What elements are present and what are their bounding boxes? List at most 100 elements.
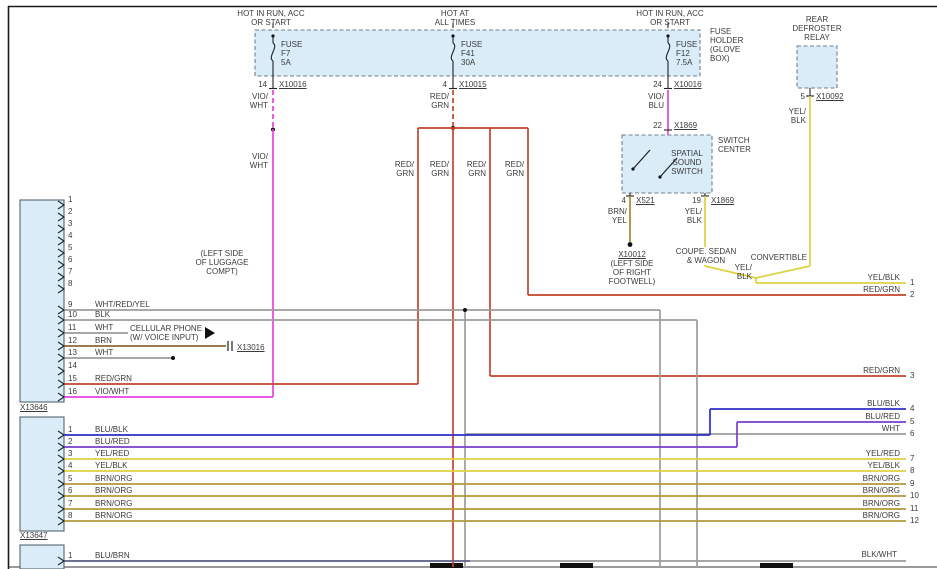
wire-color-label: RED/GRN	[863, 366, 900, 375]
switch-center-label: SWITCH CENTER	[718, 136, 751, 154]
blue-purple-wires	[64, 409, 906, 447]
wire-color-label: RED/ GRN	[430, 160, 449, 178]
pin-number: 7	[68, 499, 72, 508]
wire-color-label: BRN/ORG	[863, 486, 900, 495]
pin-number: 4	[910, 404, 914, 413]
wire-color-label: BLK/WHT	[861, 550, 897, 559]
pin-number: 2	[68, 437, 72, 446]
pin-number: 14	[68, 361, 77, 370]
connector-label: X10016	[279, 80, 307, 89]
relay-label: REAR DEFROSTER RELAY	[792, 15, 841, 42]
wire-color-label: RED/ GRN	[505, 160, 524, 178]
wire-color-label: BRN	[95, 336, 112, 345]
wire-color-label: YEL/RED	[866, 449, 900, 458]
pin-number: 10	[910, 491, 919, 500]
wire-color-label: YEL/ BLK	[685, 207, 702, 225]
pin-number: 9	[68, 300, 72, 309]
wire-color-label: WHT	[882, 424, 900, 433]
wire-color-label: BRN/ORG	[95, 511, 132, 520]
wire-color-label: BLU/BLK	[867, 399, 900, 408]
switch-name-label: SPATIAL SOUND SWITCH	[671, 149, 703, 176]
pin-number: 15	[68, 374, 77, 383]
pin-number: 16	[68, 387, 77, 396]
wire-color-label: VIO/ WHT	[250, 92, 268, 110]
connector-label: X13647	[20, 531, 48, 540]
variant-label-coupe: COUPE. SEDAN & WAGON	[674, 247, 738, 265]
pin-number: 24	[653, 80, 662, 89]
pin-number: 5	[68, 474, 72, 483]
left-connector-box-a	[20, 200, 64, 402]
pin-number: 4	[622, 196, 626, 205]
wire-color-label: RED/ GRN	[467, 160, 486, 178]
pin-number: 14	[258, 80, 267, 89]
wiring-diagram: HOT IN RUN, ACC OR START HOT AT ALL TIME…	[0, 0, 937, 569]
wire-color-label: BRN/ YEL	[608, 207, 627, 225]
pin-number: 8	[68, 279, 72, 288]
wire-color-label: RED/GRN	[863, 285, 900, 294]
pin-number: 5	[801, 92, 805, 101]
pin-number: 4	[68, 461, 72, 470]
splice-label: X10012	[618, 250, 646, 259]
wire-color-label: BRN/ORG	[95, 499, 132, 508]
relay-wire	[806, 88, 814, 266]
pin-number: 3	[68, 449, 72, 458]
pin-number: 4	[443, 80, 447, 89]
power-feed-label: HOT IN RUN, ACC OR START	[636, 9, 703, 27]
wire-color-label: VIO/WHT	[95, 387, 129, 396]
wire-color-label: WHT	[95, 348, 113, 357]
pin-number: 10	[68, 310, 77, 319]
pin-number: 6	[910, 429, 914, 438]
pin-number: 8	[68, 511, 72, 520]
rear-defroster-relay-box	[797, 46, 837, 88]
page-cut-mark	[560, 563, 593, 568]
wire-color-label: BLU/BRN	[95, 551, 130, 560]
wire-color-label: WHT/RED/YEL	[95, 300, 150, 309]
wire-color-label: RED/ GRN	[430, 92, 449, 110]
connector-label: X13646	[20, 403, 48, 412]
wire-color-label: YEL/BLK	[95, 461, 127, 470]
pin-number: 7	[68, 267, 72, 276]
connector-label: X10016	[674, 80, 702, 89]
page-cut-mark	[760, 563, 793, 568]
pin-number: 5	[910, 417, 914, 426]
pin-number: 11	[910, 504, 918, 513]
wire-color-label: YEL/BLK	[868, 461, 900, 470]
pin-number: 9	[910, 479, 914, 488]
cellular-location-label: (LEFT SIDE OF LUGGAGE COMPT)	[196, 249, 249, 276]
wire-color-label: YEL/RED	[95, 449, 129, 458]
wire-color-label: VIO/ WHT	[250, 152, 268, 170]
pin-number: 13	[68, 348, 77, 357]
pin-number: 3	[68, 219, 72, 228]
wire-color-label: VIO/ BLU	[648, 92, 664, 110]
wire-color-label: BRN/ORG	[863, 474, 900, 483]
pin-number: 19	[692, 196, 701, 205]
power-feed-label: HOT AT ALL TIMES	[435, 9, 475, 27]
yellow-olive-rows	[64, 459, 906, 521]
pin-number: 3	[910, 371, 914, 380]
wire-color-label: BLK	[95, 310, 110, 319]
wire-color-label: BLU/RED	[95, 437, 130, 446]
wire-color-label: BRN/ORG	[863, 499, 900, 508]
pin-number: 1	[68, 551, 72, 560]
left-connector-box-c	[20, 545, 64, 569]
wire-color-label: YEL/BLK	[868, 273, 900, 282]
pin-number: 5	[68, 243, 72, 252]
connector-label: X1869	[674, 121, 697, 130]
pin-number: 6	[68, 255, 72, 264]
pin-number: 1	[68, 195, 72, 204]
wire-color-label: RED/ GRN	[395, 160, 414, 178]
pin-number: 6	[68, 486, 72, 495]
fuse-label: FUSE F41 30A	[461, 40, 482, 67]
pin-number: 7	[910, 454, 914, 463]
pin-number: 8	[910, 466, 914, 475]
pin-number: 2	[910, 290, 914, 299]
pin-number: 2	[68, 207, 72, 216]
pin-number: 11	[68, 323, 76, 332]
pin-number: 22	[653, 121, 662, 130]
splice-location-label: (LEFT SIDE OF RIGHT FOOTWELL)	[609, 259, 656, 286]
wire-color-label: RED/GRN	[95, 374, 132, 383]
fuse-label: FUSE F12 7.5A	[676, 40, 697, 67]
wire-color-label: WHT	[95, 323, 113, 332]
variant-label-convertible: CONVERTIBLE	[751, 253, 807, 262]
connector-label: X10015	[459, 80, 487, 89]
